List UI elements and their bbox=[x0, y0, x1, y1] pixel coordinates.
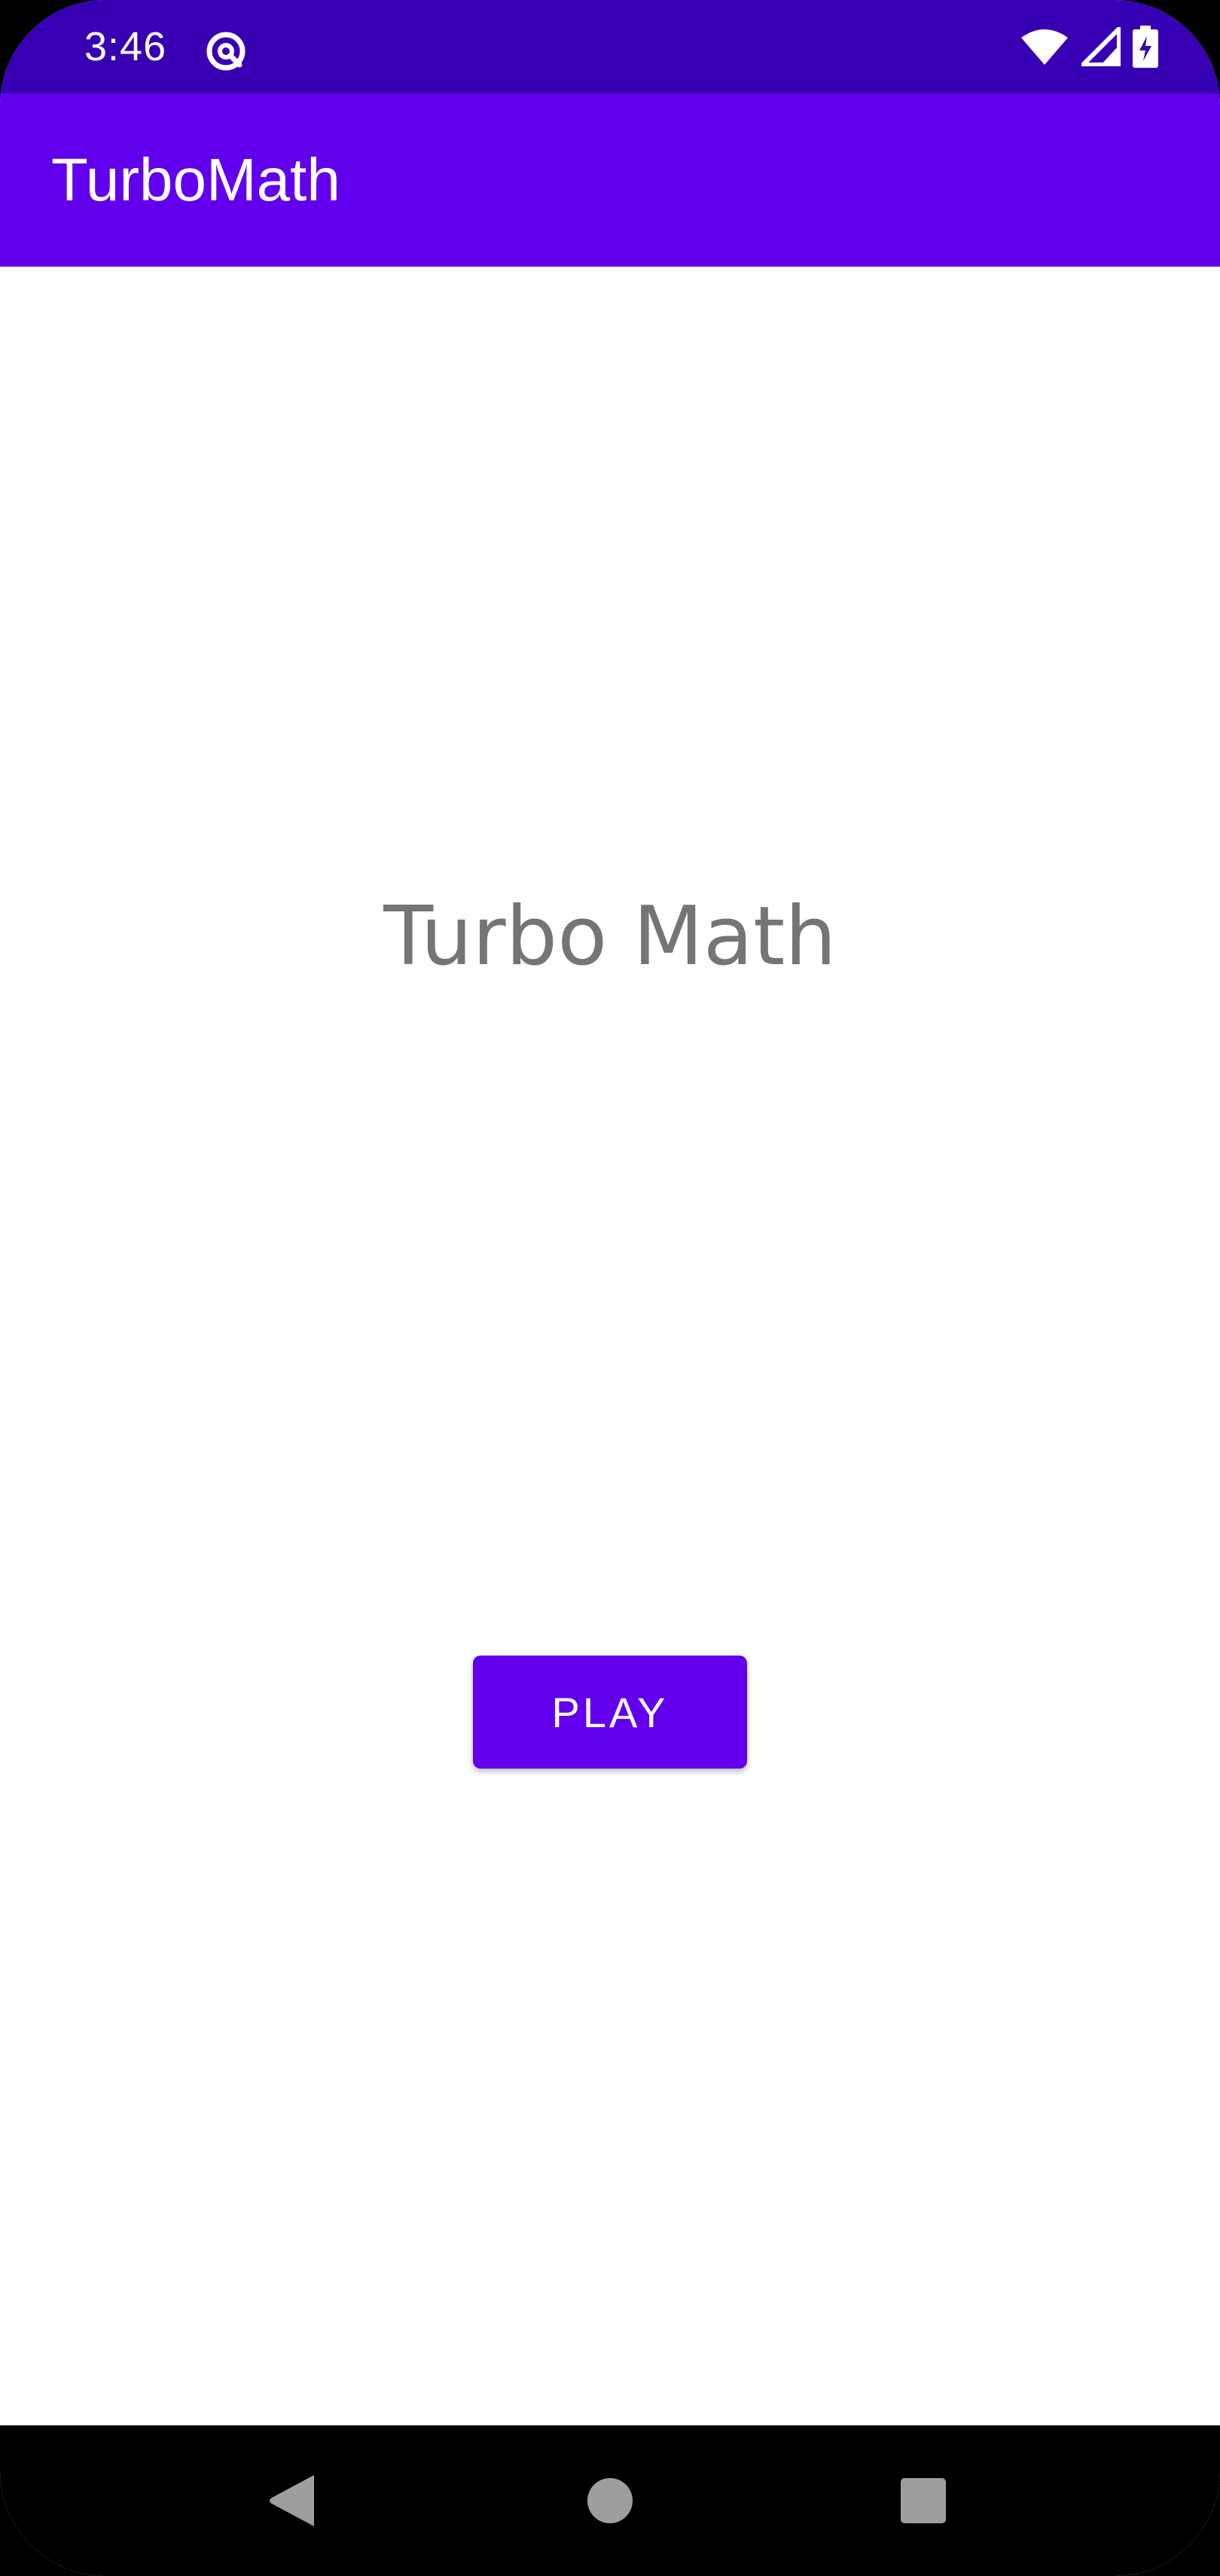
data-saver-icon bbox=[202, 27, 250, 75]
status-time: 3:46 bbox=[84, 24, 167, 69]
main-content: Turbo Math PLAY bbox=[0, 267, 1220, 2425]
status-bar: 3:46 bbox=[0, 0, 1220, 93]
play-button[interactable]: PLAY bbox=[473, 1656, 747, 1769]
app-title: TurboMath bbox=[51, 146, 340, 213]
status-icons bbox=[1020, 25, 1158, 72]
app-bar: TurboMath bbox=[0, 93, 1220, 267]
navigation-bar bbox=[0, 2425, 1220, 2576]
home-icon[interactable] bbox=[572, 2463, 648, 2538]
battery-charging-icon bbox=[1133, 25, 1158, 72]
back-icon[interactable] bbox=[255, 2463, 330, 2538]
wifi-icon bbox=[1020, 27, 1069, 70]
cellular-signal-icon bbox=[1081, 26, 1121, 70]
phone-screen: 3:46 TurboMath Turbo Math PLAY bbox=[0, 0, 1220, 2576]
game-title: Turbo Math bbox=[383, 890, 837, 984]
recents-icon[interactable] bbox=[886, 2463, 961, 2538]
